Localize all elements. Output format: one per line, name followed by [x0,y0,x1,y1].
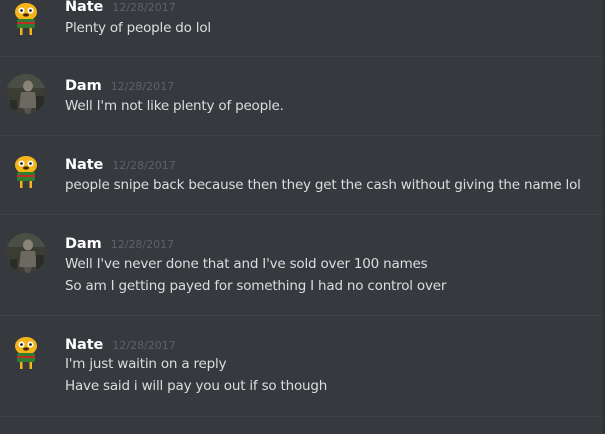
message-text: people snipe back because then they get … [65,177,581,193]
message-group: Nate 12/28/2017 people snipe back becaus… [0,135,605,215]
username[interactable]: Nate [65,157,103,173]
timestamp: 12/28/2017 [112,159,176,172]
message-header: Nate 12/28/2017 [65,0,176,16]
message-text: I'm just waitin on a reply [65,356,227,372]
dam-avatar-icon[interactable] [6,233,46,273]
message-group: Nate 12/28/2017 I'm just waitin on a rep… [0,315,605,417]
jake-avatar-icon[interactable] [8,334,44,370]
message-header: Nate 12/28/2017 [65,334,176,354]
message-header: Nate 12/28/2017 [65,154,176,174]
username[interactable]: Nate [65,337,103,353]
message-text: So am I getting payed for something I ha… [65,278,447,294]
timestamp: 12/28/2017 [112,339,176,352]
timestamp: 12/28/2017 [112,1,176,14]
username[interactable]: Dam [65,78,102,94]
message-header: Dam 12/28/2017 [65,233,174,253]
dam-avatar-icon[interactable] [6,74,46,114]
message-group: Dam 12/28/2017 Well I'm not like plenty … [0,56,605,136]
timestamp: 12/28/2017 [110,238,175,251]
message-group: Nate 12/28/2017 Plenty of people do lol [0,0,605,57]
timestamp: 12/28/2017 [110,80,175,93]
message-text: Plenty of people do lol [65,20,211,36]
message-text: Well I'm not like plenty of people. [65,98,284,114]
jake-avatar-icon[interactable] [8,0,44,36]
message-text: Have said i will pay you out if so thoug… [65,378,328,394]
message-group: Dam 12/28/2017 Well I've never done that… [0,214,605,316]
chat-messages: Nate 12/28/2017 Plenty of people do lol … [0,0,605,434]
jake-avatar-icon[interactable] [8,153,44,189]
message-text: Well I've never done that and I've sold … [65,256,428,272]
username[interactable]: Dam [65,236,102,252]
username[interactable]: Nate [65,0,103,15]
message-header: Dam 12/28/2017 [65,75,174,95]
